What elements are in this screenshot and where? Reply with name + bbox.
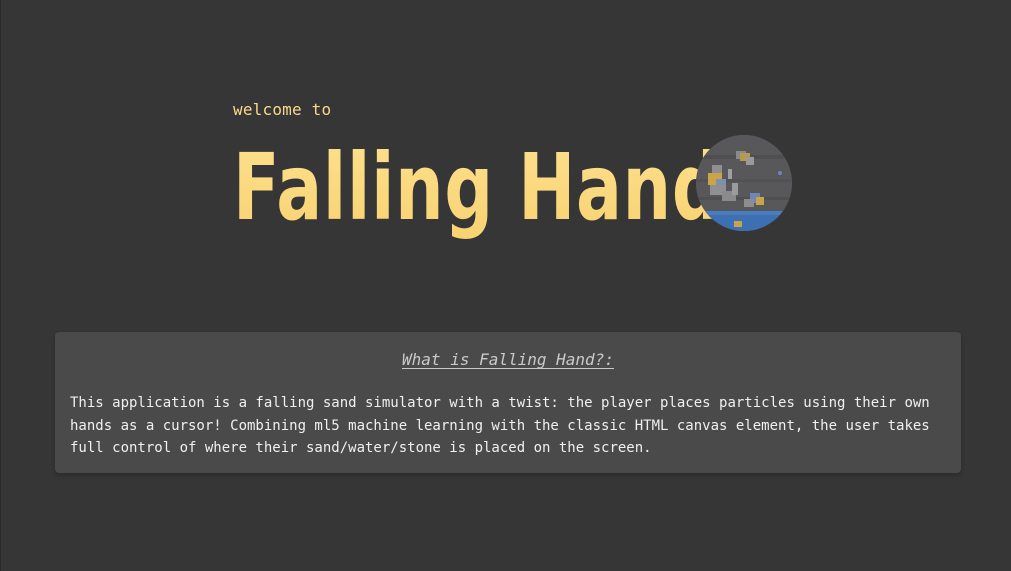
about-card: What is Falling Hand?: This application … xyxy=(55,332,961,473)
welcome-text: welcome to xyxy=(233,100,332,119)
app-title: Falling Hand xyxy=(233,134,722,241)
falling-sand-hand-logo-icon xyxy=(696,135,792,231)
page-frame xyxy=(0,0,1011,571)
about-heading: What is Falling Hand?: xyxy=(402,350,614,369)
about-description: This application is a falling sand simul… xyxy=(70,395,930,456)
